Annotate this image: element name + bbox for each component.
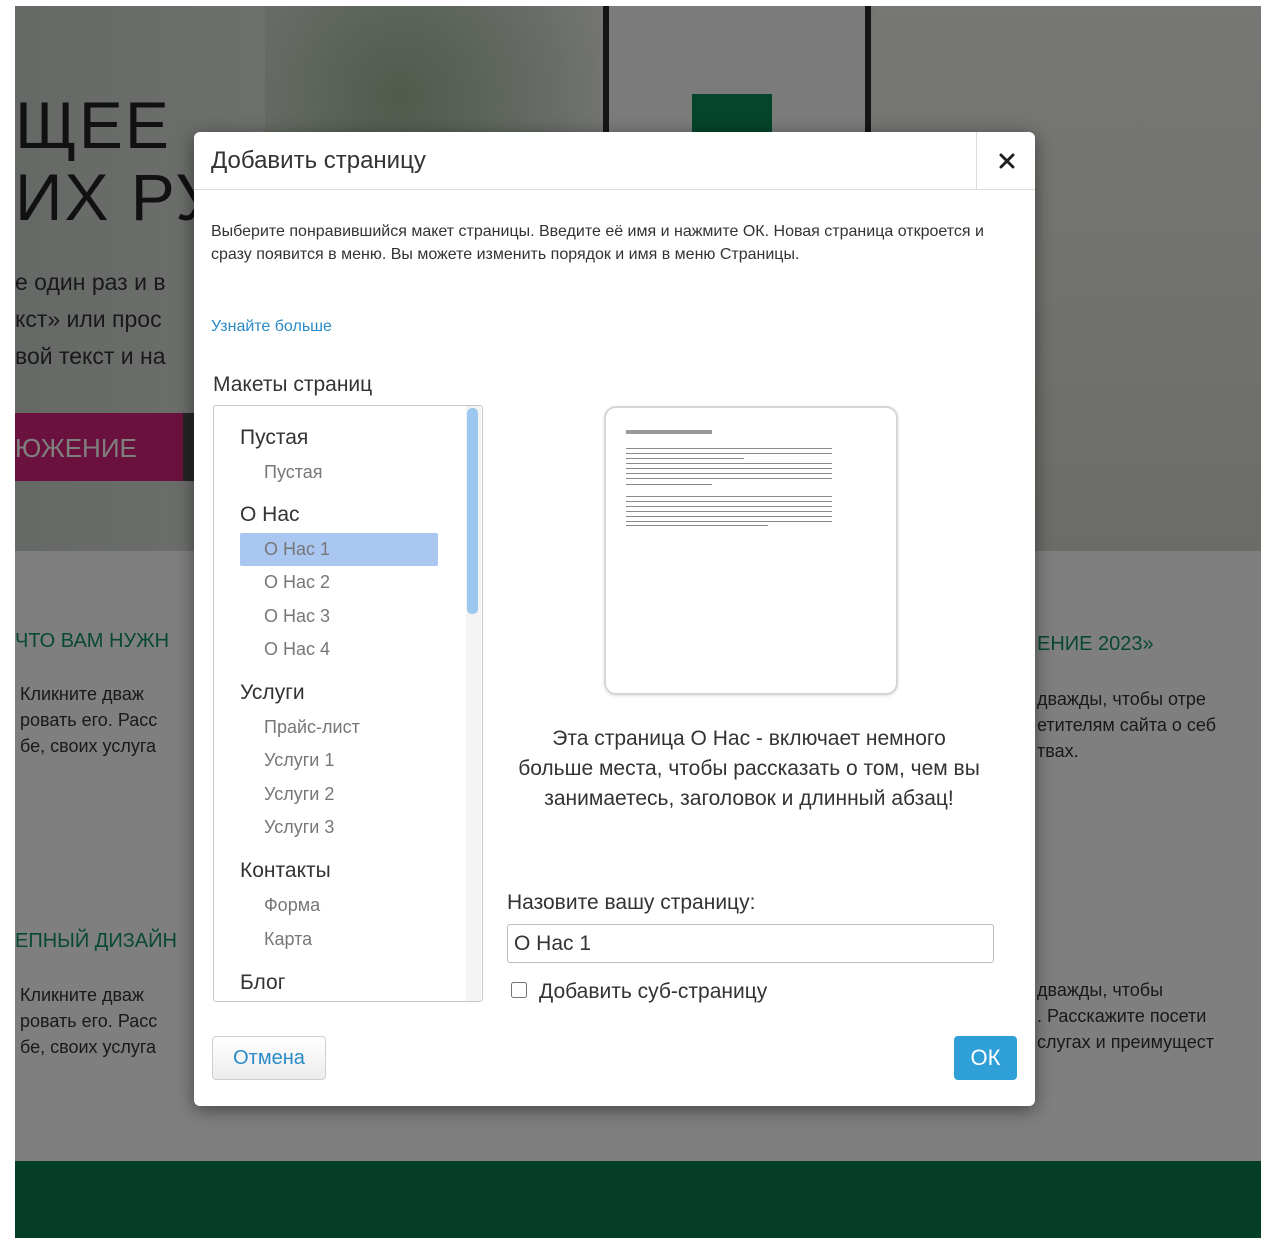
layout-item-label: Карта [264, 929, 313, 949]
page-name-input[interactable] [507, 924, 994, 963]
layout-item-about-1[interactable]: О Нас 1 [240, 533, 438, 566]
layout-item-label: Услуги 1 [264, 750, 335, 770]
dialog-description: Выберите понравившийся макет страницы. В… [211, 223, 984, 263]
group-title-blog: Блог [240, 971, 286, 994]
preview-text-line [626, 468, 832, 469]
preview-text-line [626, 511, 832, 512]
preview-text-line [626, 501, 832, 502]
preview-text-line [626, 463, 832, 464]
layout-item-services-2[interactable]: Услуги 2 [240, 778, 438, 811]
layout-item-label: Пустая [264, 462, 323, 482]
page-name-label: Назовите вашу страницу: [507, 891, 756, 914]
layout-item-about-2[interactable]: О Нас 2 [240, 566, 438, 599]
layout-item-services-3[interactable]: Услуги 3 [240, 811, 438, 844]
layout-item-label: О Нас 2 [264, 572, 331, 592]
preview-text-line [626, 525, 768, 526]
layout-item-label: Форма [264, 895, 321, 915]
preview-text-line [626, 496, 832, 497]
preview-text-line [626, 478, 832, 479]
cancel-button[interactable]: Отмена [212, 1036, 326, 1080]
close-icon [999, 153, 1014, 168]
dialog-title: Добавить страницу [211, 147, 426, 174]
subpage-label[interactable]: Добавить суб-страницу [539, 980, 767, 1004]
preview-text-line [626, 506, 832, 507]
preview-text-line [626, 453, 832, 454]
layouts-heading: Макеты страниц [213, 373, 373, 396]
subpage-checkbox[interactable] [511, 982, 527, 998]
layout-item-label: О Нас 3 [264, 606, 331, 626]
layout-item-services-1[interactable]: Услуги 1 [240, 744, 438, 777]
layout-item-about-3[interactable]: О Нас 3 [240, 600, 438, 633]
preview-heading-line [626, 430, 712, 434]
group-title-contacts: Контакты [240, 859, 331, 882]
layout-item-label: Услуги 2 [264, 784, 335, 804]
preview-text-line [626, 516, 832, 517]
preview-text-line [626, 448, 832, 449]
layout-description: Эта страница О Нас - включает немного бо… [518, 727, 980, 810]
ok-button[interactable]: ОК [954, 1036, 1017, 1080]
add-page-dialog: Добавить страницу Выберите понравившийся… [194, 132, 1035, 1106]
layout-item-label: О Нас 4 [264, 639, 331, 659]
layout-item-form[interactable]: Форма [240, 889, 438, 922]
layout-item-label: О Нас 1 [264, 539, 331, 559]
dialog-header: Добавить страницу [194, 132, 1035, 190]
close-button[interactable] [976, 132, 1035, 189]
layout-item-label: Услуги 3 [264, 817, 335, 837]
group-title-empty: Пустая [240, 426, 309, 449]
scrollbar-thumb[interactable] [467, 408, 478, 614]
layout-item-price-list[interactable]: Прайс-лист [240, 711, 438, 744]
layout-preview-thumbnail [604, 406, 898, 695]
layout-item-about-4[interactable]: О Нас 4 [240, 633, 438, 666]
preview-text-line [626, 484, 712, 485]
layout-list[interactable]: Пустая Пустая О Нас О Нас 1 О Нас 2 О На… [213, 405, 483, 1002]
preview-text-line [626, 473, 832, 474]
group-title-services: Услуги [240, 681, 305, 704]
preview-text-line [626, 458, 744, 459]
preview-text-line [626, 521, 832, 522]
layout-item-map[interactable]: Карта [240, 923, 438, 956]
layout-item-label: Прайс-лист [264, 717, 360, 737]
group-title-about: О Нас [240, 503, 300, 526]
layout-item-empty[interactable]: Пустая [240, 456, 438, 489]
learn-more-link[interactable]: Узнайте больше [211, 318, 332, 336]
